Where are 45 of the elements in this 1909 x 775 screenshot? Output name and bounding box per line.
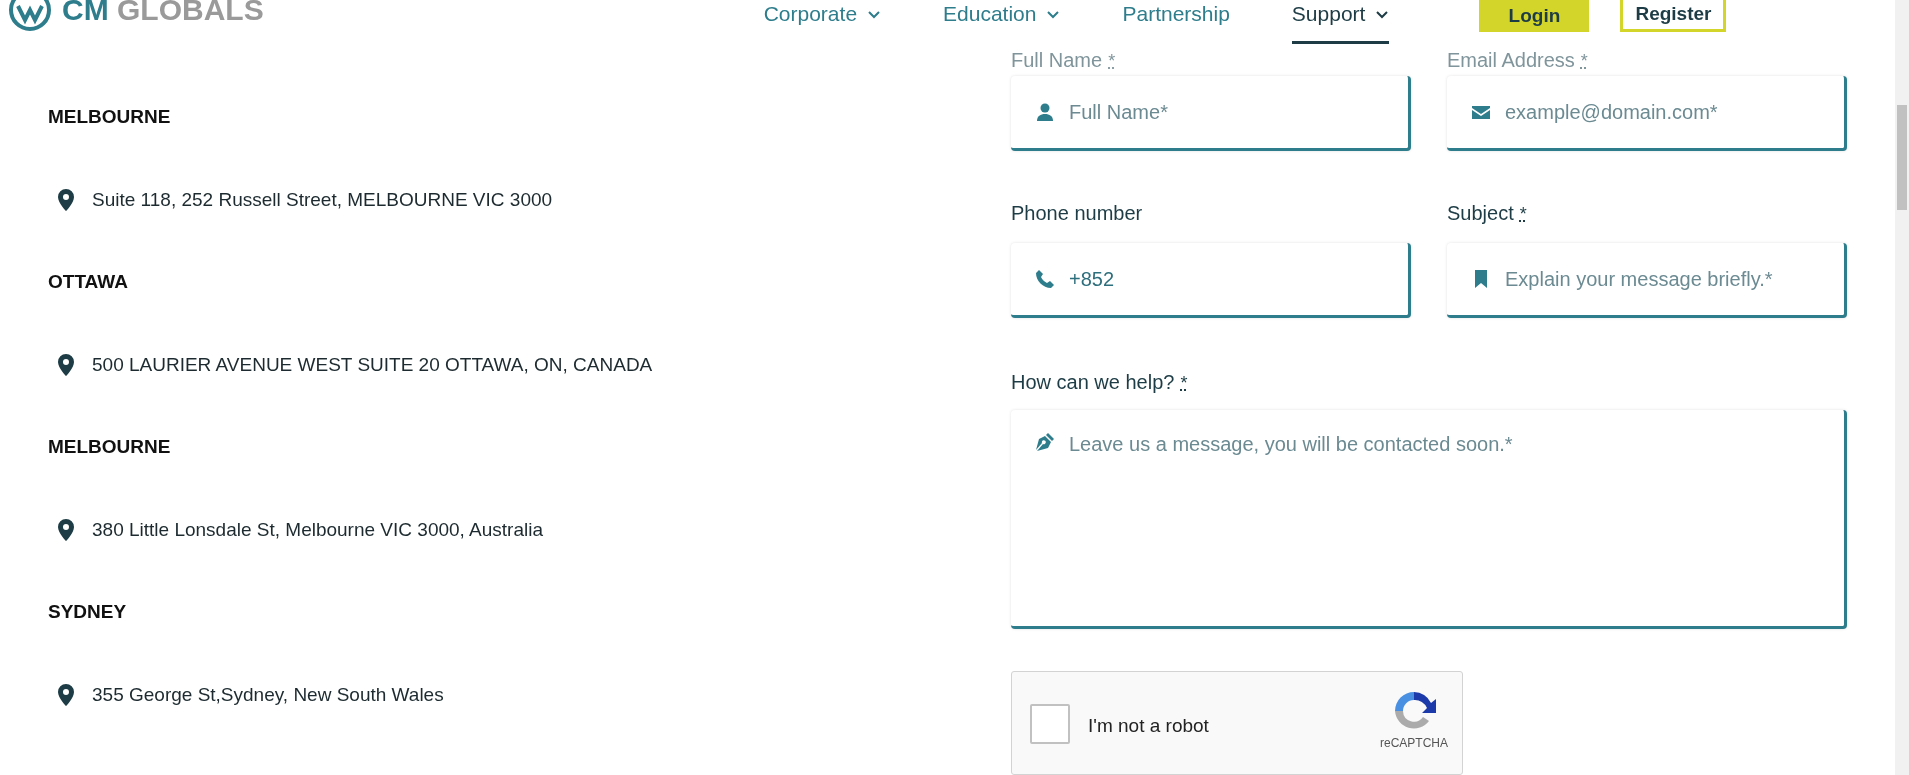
office-address: 355 George St,Sydney, New South Wales [92,684,444,706]
scrollbar-thumb[interactable] [1897,105,1907,210]
logo-icon [8,0,52,32]
login-button[interactable]: Login [1479,0,1590,32]
required-mark: * [1180,372,1188,395]
city-heading: MELBOURNE [48,106,172,128]
input-field[interactable]: +852 [1011,243,1411,318]
input-field[interactable]: example@domain.com* [1447,76,1847,151]
map-pin-icon [58,519,74,541]
required-mark: * [1519,203,1527,226]
map-pin-icon [58,354,74,376]
field-placeholder: Full Name* [1069,100,1168,125]
map-pin-icon [58,684,74,706]
field-label: Subject [1447,201,1514,225]
field-placeholder: Explain your message briefly.* [1505,267,1773,292]
city-heading: SYDNEY [48,601,128,623]
office-address: 380 Little Lonsdale St, Melbourne VIC 3000, Australia [92,519,543,541]
required-mark: * [1108,50,1116,73]
office-address: 500 LAURIER AVENUE WEST SUITE 20 OTTAWA, ON, CANADA [92,354,653,376]
field-placeholder: example@domain.com* [1505,100,1718,125]
nav-link[interactable]: Partnership [1122,0,1230,44]
city-heading: OTTAWA [48,271,129,293]
field-label: Email Address [1447,48,1575,72]
field-label: Phone number [1011,201,1143,225]
input-field[interactable]: Explain your message briefly.* [1447,243,1847,318]
captcha-label: I'm not a robot [1088,714,1209,739]
city-heading: MELBOURNE [48,436,172,458]
map-pin-icon [58,189,74,211]
register-button[interactable]: Register [1620,0,1727,32]
nav-link[interactable]: Support [1291,0,1390,44]
user-icon [1035,102,1055,122]
field-placeholder: Leave us a message, you will be contacted soon.* [1069,432,1513,456]
message-textarea[interactable]: Leave us a message, you will be contacted soon.* [1011,410,1847,630]
nav-link[interactable]: Corporate [763,0,882,44]
nav-link[interactable]: Education [943,0,1061,44]
required-mark: * [1580,50,1588,73]
captcha-checkbox[interactable] [1030,704,1070,745]
field-label: How can we help? [1011,370,1175,394]
field-label: Full Name [1011,48,1103,72]
input-field[interactable]: Full Name* [1011,76,1411,151]
field-value: +852 [1069,267,1115,292]
phone-icon [1035,269,1055,289]
recaptcha-brand: reCAPTCHA [1380,735,1448,753]
pen-icon [1035,432,1055,452]
office-address: Suite 118, 252 Russell Street, MELBOURNE VIC 3000 [92,189,553,211]
